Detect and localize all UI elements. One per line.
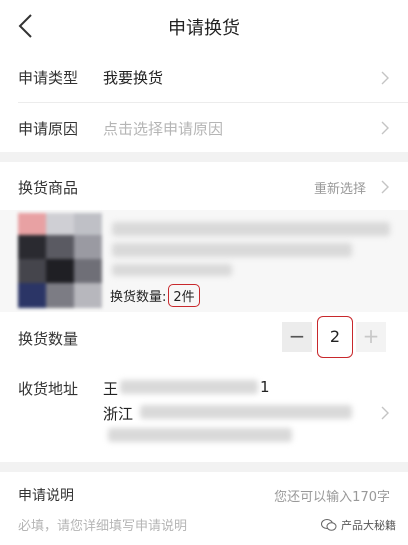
chevron-right-icon[interactable] — [381, 180, 390, 194]
quantity-value[interactable]: 2 — [317, 316, 353, 358]
exchange-quantity-label: 换货数量 — [18, 330, 79, 348]
product-spec-blurred — [112, 264, 232, 276]
address-detail-blurred — [108, 428, 292, 442]
quantity-stepper[interactable]: − 2 + — [282, 316, 388, 358]
watermark-text: 产品大秘籍 — [341, 519, 396, 532]
apply-reason-label: 申请原因 — [18, 120, 79, 138]
section-gap — [0, 462, 408, 472]
nav-bar: 申请换货 — [0, 0, 408, 52]
reselect-link[interactable]: 重新选择 — [314, 178, 366, 197]
section-gap — [0, 152, 408, 162]
description-char-counter: 您还可以输入170字 — [274, 490, 390, 505]
page-title: 申请换货 — [168, 18, 240, 39]
address-phone-suffix: 1 — [260, 378, 270, 396]
description-label: 申请说明 — [18, 488, 74, 504]
wechat-icon — [321, 519, 337, 531]
product-quantity: 换货数量: 2件 — [110, 284, 200, 307]
chevron-right-icon — [381, 121, 389, 135]
chevron-right-icon — [381, 406, 389, 420]
increment-button[interactable]: + — [356, 322, 386, 352]
apply-reason-row[interactable]: 申请原因 点击选择申请原因 — [0, 103, 408, 151]
description-input[interactable]: 必填，请您详细填写申请说明 — [18, 515, 187, 534]
quantity-label: 换货数量: — [110, 290, 167, 305]
apply-reason-placeholder: 点击选择申请原因 — [103, 120, 224, 138]
address-label: 收货地址 — [18, 380, 79, 398]
product-thumbnail — [18, 213, 102, 308]
exchange-goods-row: 换货商品 重新选择 — [0, 162, 408, 210]
quantity-value-highlight: 2件 — [168, 284, 200, 307]
apply-type-label: 申请类型 — [18, 69, 79, 87]
address-name-blurred — [120, 380, 258, 394]
product-title-blurred — [112, 222, 390, 236]
description-row: 申请说明 您还可以输入170字 必填，请您详细填写申请说明 — [0, 472, 408, 545]
address-detail-blurred — [140, 405, 352, 419]
watermark: 产品大秘籍 — [321, 517, 396, 533]
product-title-blurred — [112, 243, 352, 257]
address-province: 浙江 — [103, 405, 134, 423]
decrement-button[interactable]: − — [282, 322, 312, 352]
address-name-prefix: 王 — [103, 380, 119, 398]
apply-type-value: 我要换货 — [103, 69, 164, 87]
chevron-right-icon — [381, 71, 389, 85]
address-row[interactable]: 收货地址 王 1 浙江 — [0, 366, 408, 456]
apply-type-row[interactable]: 申请类型 我要换货 — [0, 52, 408, 102]
product-card[interactable]: 换货数量: 2件 — [0, 210, 408, 312]
exchange-goods-label: 换货商品 — [18, 179, 79, 197]
